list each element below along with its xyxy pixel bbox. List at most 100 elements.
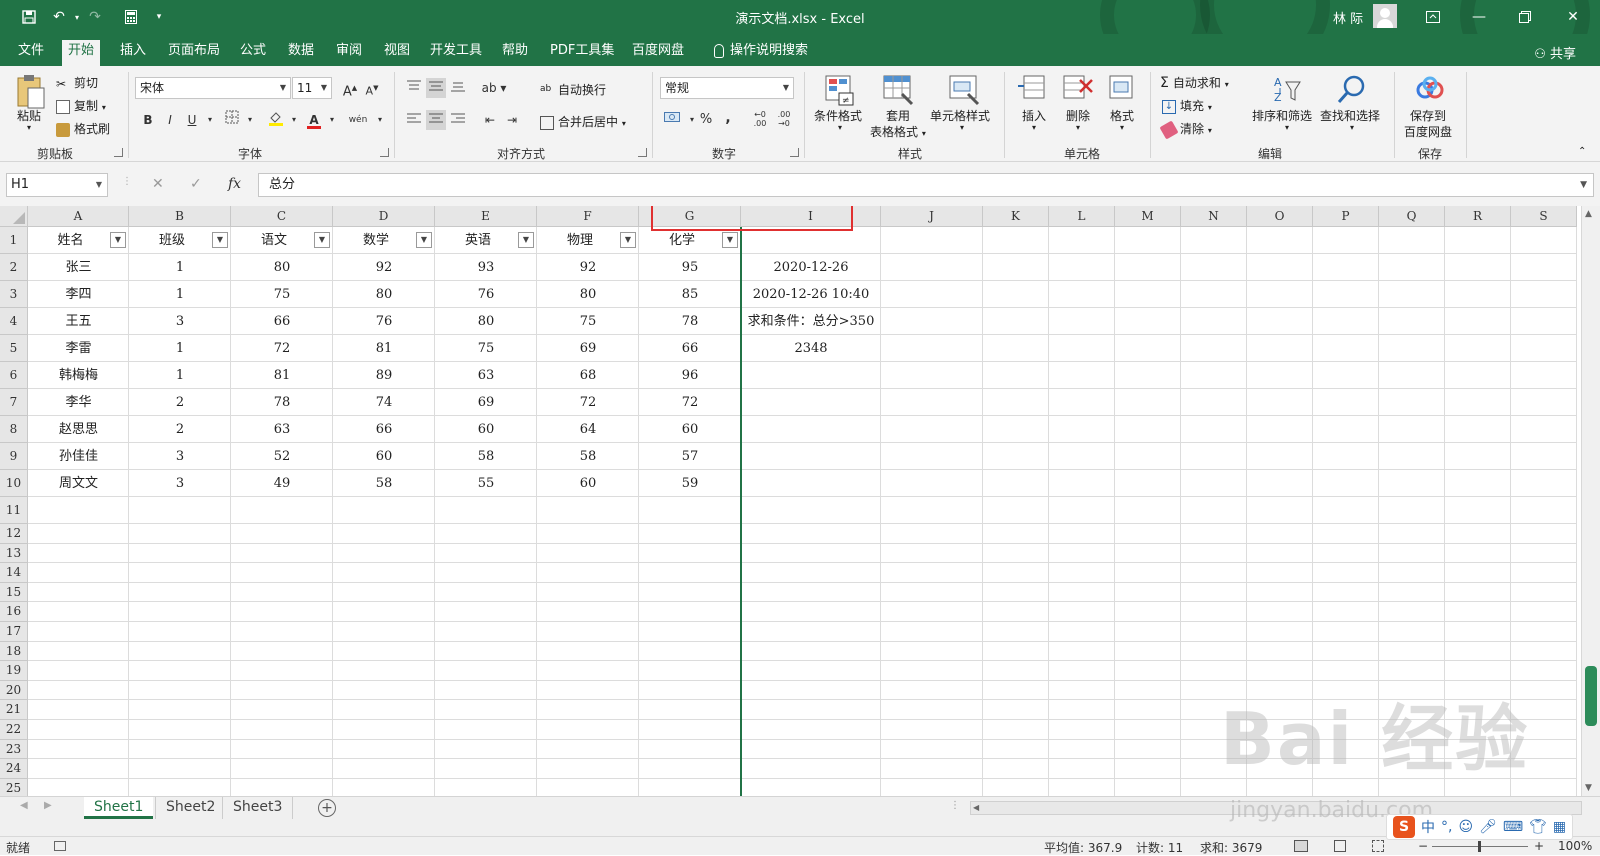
vertical-scrollbar[interactable]: ▲ ▼ bbox=[1581, 206, 1600, 796]
sheet-tab-3[interactable]: Sheet3 bbox=[222, 797, 294, 819]
number-format-select[interactable]: 常规 ▼ bbox=[660, 77, 794, 99]
minimize-icon[interactable]: — bbox=[1456, 0, 1502, 34]
skin-icon[interactable]: 👕︎ bbox=[1529, 819, 1547, 835]
row-header-20[interactable]: 20 bbox=[0, 680, 28, 701]
row-header-9[interactable]: 9 bbox=[0, 443, 28, 470]
save-icon[interactable] bbox=[18, 6, 40, 28]
row-header-13[interactable]: 13 bbox=[0, 543, 28, 564]
column-header-F[interactable]: F bbox=[537, 206, 639, 227]
font-name-select[interactable]: 宋体 ▼ bbox=[135, 77, 291, 99]
bold-button[interactable]: B bbox=[138, 110, 158, 130]
table-cell[interactable]: 78 bbox=[231, 389, 333, 416]
table-cell[interactable]: 72 bbox=[639, 389, 741, 416]
sort-dropdown-icon[interactable]: ▾ bbox=[1285, 123, 1289, 132]
shrink-font-button[interactable]: A▼ bbox=[362, 78, 382, 98]
table-cell[interactable]: 1 bbox=[129, 335, 231, 362]
align-top-icon[interactable] bbox=[404, 78, 424, 98]
paste-icon[interactable] bbox=[16, 74, 46, 110]
tab-insert[interactable]: 插入 bbox=[114, 40, 152, 66]
format-cells-button[interactable]: 格式 bbox=[1110, 107, 1134, 124]
zoom-out-icon[interactable]: − bbox=[1418, 839, 1428, 853]
column-i-cell[interactable]: 求和条件：总分>350 bbox=[741, 308, 881, 335]
table-cell[interactable]: 64 bbox=[537, 416, 639, 443]
insert-cells-icon[interactable] bbox=[1018, 74, 1050, 106]
delete-cells-icon[interactable] bbox=[1062, 74, 1094, 106]
delete-dropdown-icon[interactable]: ▾ bbox=[1076, 123, 1080, 132]
sort-filter-button[interactable]: 排序和筛选 bbox=[1252, 107, 1312, 124]
row-header-21[interactable]: 21 bbox=[0, 700, 28, 720]
column-i-cell[interactable]: 2020-12-26 10:40 bbox=[741, 281, 881, 308]
wrap-text-button[interactable]: ab 自动换行 bbox=[540, 81, 606, 98]
row-header-14[interactable]: 14 bbox=[0, 563, 28, 583]
column-header-N[interactable]: N bbox=[1181, 206, 1247, 227]
font-size-select[interactable]: 11 ▼ bbox=[292, 77, 332, 99]
table-cell[interactable]: 李四 bbox=[28, 281, 129, 308]
underline-dropdown-icon[interactable]: ▾ bbox=[200, 110, 220, 130]
table-cell[interactable]: 2 bbox=[129, 416, 231, 443]
split-handle-icon[interactable]: ⋮ bbox=[950, 800, 960, 811]
conditional-format-icon[interactable]: ≠ bbox=[824, 74, 856, 106]
border-dropdown-icon[interactable]: ▾ bbox=[240, 110, 260, 130]
tab-data[interactable]: 数据 bbox=[282, 40, 320, 66]
grow-font-button[interactable]: A▲ bbox=[340, 78, 360, 99]
conditional-format-dropdown-icon[interactable]: ▾ bbox=[838, 123, 842, 132]
zoom-slider-thumb[interactable] bbox=[1478, 841, 1481, 852]
align-middle-icon[interactable] bbox=[426, 78, 446, 98]
table-cell[interactable]: 58 bbox=[537, 443, 639, 470]
increase-decimal-icon[interactable]: ←0.00 bbox=[750, 110, 770, 130]
customize-qat-icon[interactable]: ▾ bbox=[148, 6, 170, 28]
scroll-left-icon[interactable]: ◀ bbox=[20, 800, 28, 811]
column-header-C[interactable]: C bbox=[231, 206, 333, 227]
table-cell[interactable]: 赵思思 bbox=[28, 416, 129, 443]
column-header-O[interactable]: O bbox=[1247, 206, 1313, 227]
share-button[interactable]: ⚇ 共享 bbox=[1534, 43, 1576, 62]
collapse-ribbon-icon[interactable]: ⌃ bbox=[1578, 146, 1586, 157]
table-cell[interactable]: 王五 bbox=[28, 308, 129, 335]
clipboard-launcher-icon[interactable] bbox=[114, 148, 123, 157]
table-cell[interactable]: 58 bbox=[333, 470, 435, 497]
tab-help[interactable]: 帮助 bbox=[496, 40, 534, 66]
table-cell[interactable]: 72 bbox=[231, 335, 333, 362]
row-header-25[interactable]: 25 bbox=[0, 778, 28, 796]
column-i-cell[interactable]: 2348 bbox=[741, 335, 881, 362]
align-center-icon[interactable] bbox=[426, 110, 446, 130]
align-left-icon[interactable] bbox=[404, 110, 424, 130]
name-box[interactable]: H1 ▼ bbox=[6, 173, 108, 197]
table-cell[interactable]: 张三 bbox=[28, 254, 129, 281]
column-header-M[interactable]: M bbox=[1115, 206, 1181, 227]
fill-color-dropdown-icon[interactable]: ▾ bbox=[284, 110, 304, 130]
table-cell[interactable]: 3 bbox=[129, 470, 231, 497]
table-cell[interactable]: 89 bbox=[333, 362, 435, 389]
scroll-left-arrow-icon[interactable]: ◀ bbox=[973, 803, 979, 812]
format-dropdown-icon[interactable]: ▾ bbox=[1120, 123, 1124, 132]
column-i-cell[interactable]: 2020-12-26 bbox=[741, 254, 881, 281]
table-cell[interactable]: 75 bbox=[537, 308, 639, 335]
find-select-icon[interactable] bbox=[1336, 74, 1368, 106]
increase-indent-icon[interactable]: ⇥ bbox=[502, 110, 522, 130]
table-cell[interactable]: 81 bbox=[231, 362, 333, 389]
table-cell[interactable]: 95 bbox=[639, 254, 741, 281]
emoji-icon[interactable]: ☺ bbox=[1458, 819, 1473, 835]
user-name[interactable]: 林 际 bbox=[1333, 8, 1363, 27]
table-cell[interactable]: 76 bbox=[435, 281, 537, 308]
currency-icon[interactable] bbox=[662, 110, 682, 130]
zoom-in-icon[interactable]: + bbox=[1534, 839, 1544, 853]
enter-entry-icon[interactable]: ✓ bbox=[190, 176, 202, 192]
table-cell[interactable]: 49 bbox=[231, 470, 333, 497]
table-cell[interactable]: 78 bbox=[639, 308, 741, 335]
scroll-right-icon[interactable]: ▶ bbox=[44, 800, 52, 811]
tab-baidu-netdisk[interactable]: 百度网盘 bbox=[626, 40, 690, 66]
decrease-indent-icon[interactable]: ⇤ bbox=[480, 110, 500, 130]
ribbon-display-icon[interactable] bbox=[1410, 0, 1456, 34]
table-cell[interactable]: 55 bbox=[435, 470, 537, 497]
row-header-11[interactable]: 11 bbox=[0, 497, 28, 524]
avatar[interactable] bbox=[1373, 4, 1397, 28]
macro-record-icon[interactable] bbox=[54, 841, 66, 851]
filter-dropdown-icon[interactable]: ▼ bbox=[416, 232, 432, 248]
autosum-button[interactable]: Σ 自动求和 ▾ bbox=[1160, 74, 1229, 91]
font-color-dropdown-icon[interactable]: ▾ bbox=[322, 110, 342, 130]
row-header-16[interactable]: 16 bbox=[0, 602, 28, 622]
copy-button[interactable]: 复制 ▾ bbox=[56, 97, 106, 114]
table-cell[interactable]: 93 bbox=[435, 254, 537, 281]
column-header-E[interactable]: E bbox=[435, 206, 537, 227]
